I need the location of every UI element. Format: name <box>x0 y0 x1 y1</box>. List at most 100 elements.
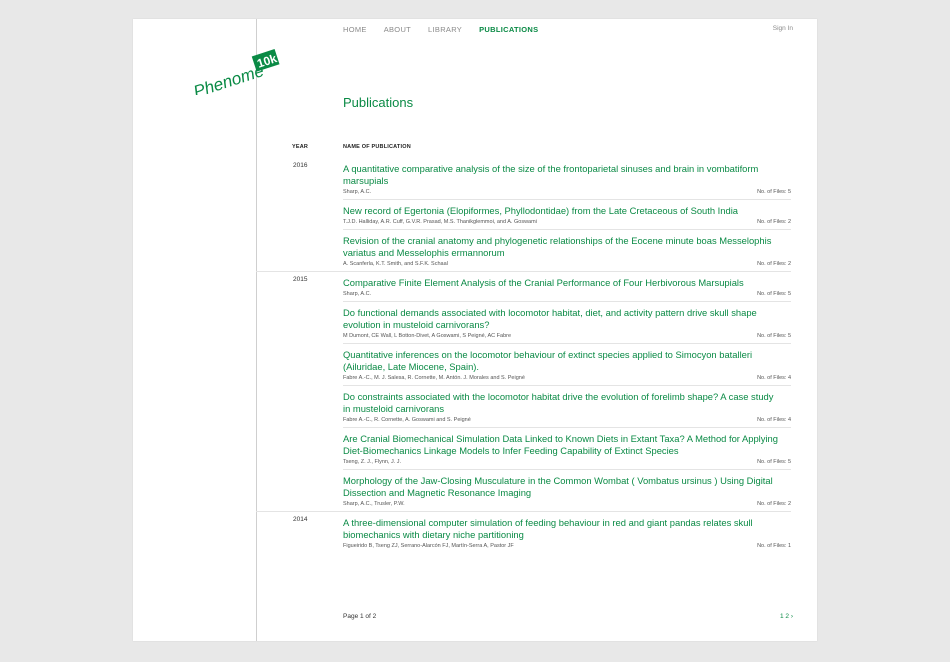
file-count: No. of Files: 5 <box>757 459 791 465</box>
publication-title-link[interactable]: A three-dimensional computer simulation … <box>343 517 791 541</box>
publication-entry: A quantitative comparative analysis of t… <box>343 158 791 199</box>
publication-meta: Sharp, A.C., Trusler, P.W. No. of Files: … <box>343 501 791 507</box>
publication-entry: A three-dimensional computer simulation … <box>343 512 791 553</box>
name-column-header: NAME OF PUBLICATION <box>343 144 411 150</box>
file-count-value: 5 <box>787 333 791 339</box>
publication-authors: Tseng, Z. J., Flynn, J. J. <box>343 459 402 465</box>
table-header: YEAR NAME OF PUBLICATION <box>256 142 791 158</box>
phenome-10k-logo[interactable]: Phenome 10k <box>189 43 289 95</box>
publication-title-link[interactable]: New record of Egertonia (Elopiformes, Ph… <box>343 205 791 217</box>
publication-meta: Fabre A.-C., M. J. Salesa, R. Cornette, … <box>343 375 791 381</box>
file-count: No. of Files: 2 <box>757 501 791 507</box>
file-count: No. of Files: 2 <box>757 219 791 225</box>
publication-entry: Are Cranial Biomechanical Simulation Dat… <box>343 427 791 469</box>
file-count-label: No. of Files: <box>757 543 787 549</box>
publication-authors: Fabre A.-C., R. Cornette, A. Goswami and… <box>343 417 471 423</box>
year-column-header: YEAR <box>292 144 309 150</box>
publication-entry: New record of Egertonia (Elopiformes, Ph… <box>343 199 791 229</box>
file-count: No. of Files: 2 <box>757 261 791 267</box>
table-row: Quantitative inferences on the locomotor… <box>256 343 791 385</box>
publication-entry: Revision of the cranial anatomy and phyl… <box>343 229 791 271</box>
file-count-label: No. of Files: <box>757 219 787 225</box>
publication-year: 2014 <box>293 516 308 523</box>
publication-title-link[interactable]: Do functional demands associated with lo… <box>343 307 791 331</box>
table-row: Do constraints associated with the locom… <box>256 385 791 427</box>
publication-authors: Fabre A.-C., M. J. Salesa, R. Cornette, … <box>343 375 525 381</box>
table-row: 2015 Comparative Finite Element Analysis … <box>256 271 791 301</box>
file-count-value: 4 <box>787 375 791 381</box>
publication-title-link[interactable]: Do constraints associated with the locom… <box>343 391 791 415</box>
sign-in-link[interactable]: Sign In <box>773 25 793 32</box>
publication-meta: Sharp, A.C. No. of Files: 5 <box>343 189 791 195</box>
publication-entry: Comparative Finite Element Analysis of t… <box>343 272 791 301</box>
pagination-footer: Page 1 of 2 1 2 › <box>343 613 793 620</box>
file-count-value: 5 <box>787 459 791 465</box>
publication-title-link[interactable]: Comparative Finite Element Analysis of t… <box>343 277 791 289</box>
file-count: No. of Files: 4 <box>757 375 791 381</box>
pager-links[interactable]: 1 2 › <box>780 613 793 620</box>
file-count: No. of Files: 1 <box>757 543 791 549</box>
file-count: No. of Files: 4 <box>757 417 791 423</box>
publication-authors: Figueirido B, Tseng ZJ, Serrano-Alarcón … <box>343 543 514 549</box>
publication-meta: A. Scanferla, K.T. Smith, and S.F.K. Sch… <box>343 261 791 267</box>
file-count-label: No. of Files: <box>757 189 787 195</box>
table-row: Morphology of the Jaw-Closing Musculatur… <box>256 469 791 511</box>
table-row: Are Cranial Biomechanical Simulation Dat… <box>256 427 791 469</box>
sidebar <box>133 19 257 641</box>
publication-title-link[interactable]: Revision of the cranial anatomy and phyl… <box>343 235 791 259</box>
file-count-label: No. of Files: <box>757 261 787 267</box>
publication-authors: Sharp, A.C., Trusler, P.W. <box>343 501 405 507</box>
file-count-value: 2 <box>787 261 791 267</box>
file-count-value: 2 <box>787 501 791 507</box>
main-nav: HOME ABOUT LIBRARY PUBLICATIONS <box>343 25 555 34</box>
table-row: Revision of the cranial anatomy and phyl… <box>256 229 791 271</box>
publication-list: 2016 A quantitative comparative analysis … <box>256 158 791 553</box>
file-count: No. of Files: 5 <box>757 189 791 195</box>
file-count-value: 4 <box>787 417 791 423</box>
file-count: No. of Files: 5 <box>757 291 791 297</box>
page-sheet: Phenome 10k HOME ABOUT LIBRARY PUBLICATI… <box>133 19 817 641</box>
file-count-label: No. of Files: <box>757 333 787 339</box>
publication-year: 2015 <box>293 276 308 283</box>
table-row: 2016 A quantitative comparative analysis … <box>256 158 791 199</box>
file-count: No. of Files: 5 <box>757 333 791 339</box>
publication-authors: Sharp, A.C. <box>343 189 372 195</box>
table-row: 2014 A three-dimensional computer simulat… <box>256 511 791 553</box>
page-info: Page 1 of 2 <box>343 613 377 620</box>
file-count-label: No. of Files: <box>757 501 787 507</box>
publication-meta: Fabre A.-C., R. Cornette, A. Goswami and… <box>343 417 791 423</box>
file-count-value: 1 <box>787 543 791 549</box>
publication-authors: T.J.D. Halliday, A.R. Cuff, G.V.R. Prasa… <box>343 219 537 225</box>
file-count-label: No. of Files: <box>757 417 787 423</box>
publication-title-link[interactable]: Morphology of the Jaw-Closing Musculatur… <box>343 475 791 499</box>
table-row: Do functional demands associated with lo… <box>256 301 791 343</box>
publication-title-link[interactable]: Quantitative inferences on the locomotor… <box>343 349 791 373</box>
table-row: New record of Egertonia (Elopiformes, Ph… <box>256 199 791 229</box>
file-count-value: 5 <box>787 291 791 297</box>
nav-publications[interactable]: PUBLICATIONS <box>479 25 538 34</box>
publication-meta: Tseng, Z. J., Flynn, J. J. No. of Files: … <box>343 459 791 465</box>
publications-table: YEAR NAME OF PUBLICATION 2016 A quantitat… <box>256 142 791 553</box>
page-title: Publications <box>343 95 414 110</box>
publication-authors: A. Scanferla, K.T. Smith, and S.F.K. Sch… <box>343 261 448 267</box>
publication-year: 2016 <box>293 162 308 169</box>
publication-authors: Sharp, A.C. <box>343 291 372 297</box>
publication-entry: Quantitative inferences on the locomotor… <box>343 343 791 385</box>
file-count-label: No. of Files: <box>757 291 787 297</box>
file-count-label: No. of Files: <box>757 375 787 381</box>
nav-about[interactable]: ABOUT <box>384 25 411 34</box>
nav-home[interactable]: HOME <box>343 25 367 34</box>
nav-library[interactable]: LIBRARY <box>428 25 462 34</box>
file-count-label: No. of Files: <box>757 459 787 465</box>
file-count-value: 5 <box>787 189 791 195</box>
publication-meta: M Dumont, CE Wall, L Botton-Divet, A Gos… <box>343 333 791 339</box>
publication-authors: M Dumont, CE Wall, L Botton-Divet, A Gos… <box>343 333 512 339</box>
publication-title-link[interactable]: Are Cranial Biomechanical Simulation Dat… <box>343 433 791 457</box>
publication-meta: Figueirido B, Tseng ZJ, Serrano-Alarcón … <box>343 543 791 549</box>
publication-entry: Do functional demands associated with lo… <box>343 301 791 343</box>
publication-entry: Morphology of the Jaw-Closing Musculatur… <box>343 469 791 511</box>
file-count-value: 2 <box>787 219 791 225</box>
publication-meta: T.J.D. Halliday, A.R. Cuff, G.V.R. Prasa… <box>343 219 791 225</box>
publication-title-link[interactable]: A quantitative comparative analysis of t… <box>343 163 791 187</box>
publication-meta: Sharp, A.C. No. of Files: 5 <box>343 291 791 297</box>
